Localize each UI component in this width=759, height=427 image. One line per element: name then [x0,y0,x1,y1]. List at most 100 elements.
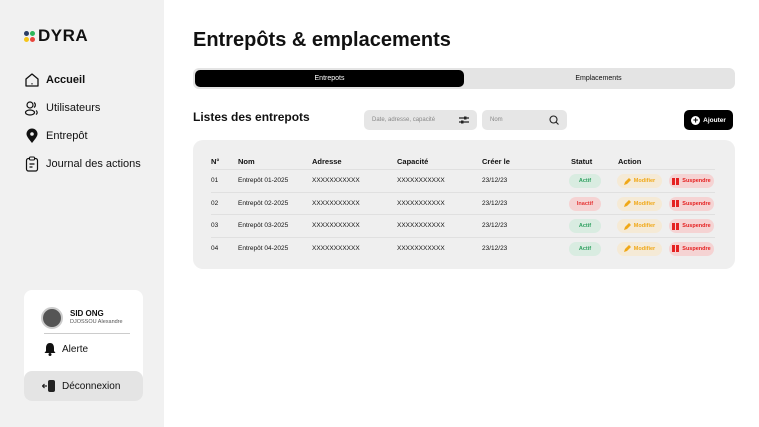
pencil-icon [623,245,631,252]
cell-nom: Entrepôt 01-2025 [238,177,289,184]
cell-nom: Entrepôt 02-2025 [238,199,289,207]
header-statut: Statut [571,156,593,166]
cell-nom: Entrepôt 03-2025 [238,222,289,229]
logout-icon [42,380,55,392]
bell-icon [44,343,56,356]
user-name: SID ONG [70,309,104,318]
cell-date: 23/12/23 [482,222,508,229]
cell-n: 02 [211,199,219,207]
filter-input[interactable]: Date, adresse, capacité [364,110,477,130]
cell-date: 23/12/23 [482,177,508,184]
tabs: Entrepots Emplacements [193,68,735,89]
pencil-icon [623,177,631,185]
header-adresse: Adresse [312,156,342,166]
cell-capacite: XXXXXXXXXXX [397,177,445,184]
logout-label: Déconnexion [62,380,121,392]
status-badge: Inactif [569,196,601,211]
sliders-icon[interactable] [459,116,469,124]
suspend-button[interactable]: Suspendre [669,196,714,211]
suspend-label: Suspendre [682,178,711,184]
pencil-icon [623,222,631,230]
sidebar-item-accueil[interactable]: Accueil [24,66,141,94]
logo-dots-icon [24,30,35,42]
alert-button[interactable]: Alerte [44,342,88,356]
sidebar-item-label: Accueil [46,74,86,86]
suspend-button[interactable]: Suspendre [669,174,714,188]
sidebar-item-label: Entrepôt [46,130,88,142]
cell-capacite: XXXXXXXXXXX [397,222,445,229]
cell-date: 23/12/23 [482,199,508,207]
page-title: Entrepôts & emplacements [193,29,451,51]
sidebar-item-utilisateurs[interactable]: Utilisateurs [24,94,141,122]
modify-button[interactable]: Modifier [617,241,662,256]
suspend-label: Suspendre [682,223,711,229]
sidebar-item-journal[interactable]: Journal des actions [24,150,141,178]
suspend-label: Suspendre [682,245,711,252]
header-date: Créer le [482,156,510,166]
modify-label: Modifier [633,178,656,184]
pencil-icon [623,200,631,207]
modify-button[interactable]: Modifier [617,174,662,188]
table-row: 03 Entrepôt 03-2025 XXXXXXXXXXX XXXXXXXX… [211,214,715,236]
pause-icon [672,222,680,230]
sidebar-nav: Accueil Utilisateurs Entrepôt Journal de… [24,66,141,178]
table-row: 04 Entrepôt 04-2025 XXXXXXXXXXX XXXXXXXX… [211,236,715,259]
cell-n: 01 [211,177,219,184]
list-title: Listes des entrepots [193,110,310,124]
cell-capacite: XXXXXXXXXXX [397,199,445,207]
search-input[interactable]: Nom [482,110,567,130]
sidebar: DYRA Accueil Utilisateurs Entrepôt Journ… [0,0,164,427]
clipboard-icon [25,156,39,172]
header-action: Action [618,156,642,166]
user-subtitle: DJOSSOU Alexandre [70,319,123,325]
suspend-button[interactable]: Suspendre [669,219,714,233]
logout-button[interactable]: Déconnexion [24,371,143,401]
divider [44,333,130,334]
status-badge: Actif [569,174,601,188]
modify-button[interactable]: Modifier [617,196,662,211]
sidebar-item-label: Journal des actions [46,158,141,170]
pause-icon [672,245,680,252]
cell-adresse: XXXXXXXXXXX [312,177,360,184]
sidebar-item-label: Utilisateurs [46,102,101,114]
table-row: 01 Entrepôt 01-2025 XXXXXXXXXXX XXXXXXXX… [211,169,715,191]
cell-n: 04 [211,244,219,252]
tab-entrepots[interactable]: Entrepots [195,70,464,87]
cell-date: 23/12/23 [482,244,508,252]
table-row: 02 Entrepôt 02-2025 XXXXXXXXXXX XXXXXXXX… [211,191,715,214]
cell-adresse: XXXXXXXXXXX [312,222,360,229]
suspend-button[interactable]: Suspendre [669,241,714,256]
suspend-label: Suspendre [682,200,711,207]
status-badge: Actif [569,219,601,233]
header-nom: Nom [238,156,255,166]
home-icon [25,73,39,87]
modify-label: Modifier [633,200,656,207]
warehouse-table: N° Nom Adresse Capacité Créer le Statut … [193,140,735,269]
modify-label: Modifier [633,223,656,229]
logo-text: DYRA [38,26,89,45]
cell-nom: Entrepôt 04-2025 [238,244,289,252]
tab-emplacements[interactable]: Emplacements [464,70,733,87]
plus-circle-icon: + [691,114,701,125]
cell-adresse: XXXXXXXXXXX [312,244,360,252]
header-capacite: Capacité [397,156,429,166]
modify-button[interactable]: Modifier [617,219,662,233]
alert-label: Alerte [62,343,89,355]
cell-adresse: XXXXXXXXXXX [312,199,360,207]
avatar[interactable] [41,307,63,329]
logo: DYRA [24,26,88,46]
filter-placeholder: Date, adresse, capacité [372,117,436,123]
search-icon[interactable] [549,115,559,125]
search-placeholder: Nom [490,117,503,123]
modify-label: Modifier [633,245,656,252]
add-label: Ajouter [703,116,726,124]
pause-icon [672,177,680,185]
sidebar-item-entrepot[interactable]: Entrepôt [24,122,141,150]
cell-n: 03 [211,222,219,229]
add-button[interactable]: + Ajouter [684,110,733,130]
location-pin-icon [26,128,38,143]
users-icon [24,101,38,116]
cell-capacite: XXXXXXXXXXX [397,244,445,252]
status-badge: Actif [569,241,601,256]
user-card: SID ONG DJOSSOU Alexandre Alerte Déconne… [24,290,143,401]
